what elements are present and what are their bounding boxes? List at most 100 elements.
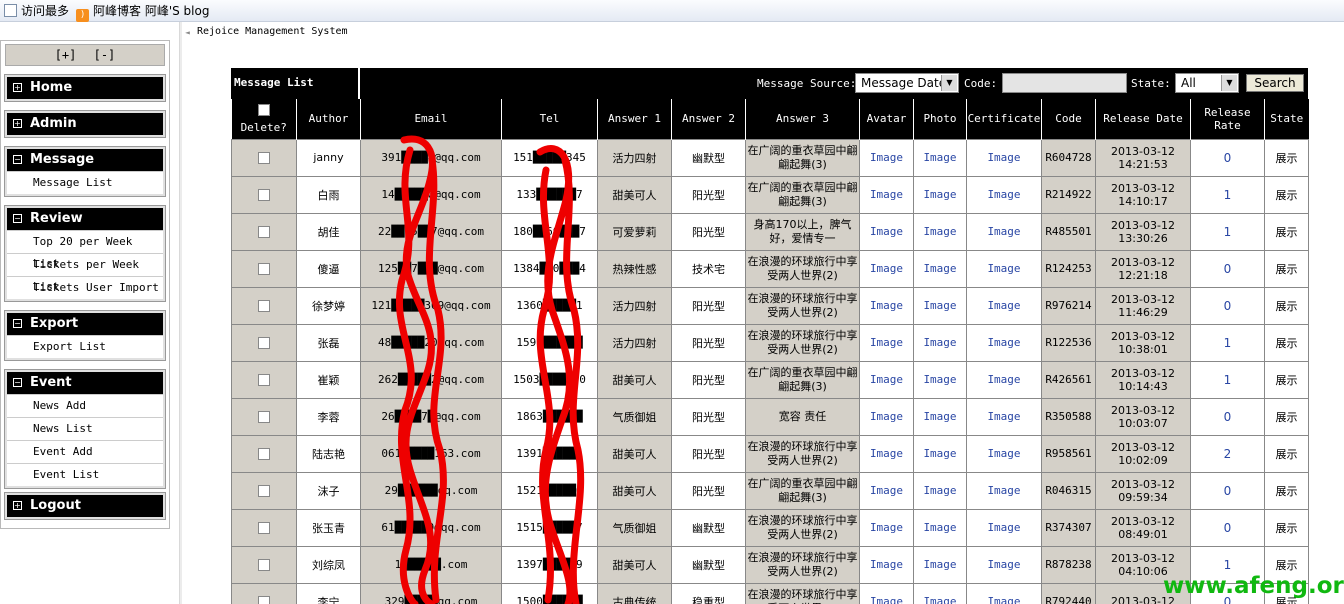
code-cell: R976214 <box>1041 286 1096 325</box>
photo-cell: Image <box>913 323 967 362</box>
avatar-image-link[interactable]: Image <box>870 484 903 497</box>
certificate-image-link[interactable]: Image <box>987 521 1020 534</box>
tel-cell: 1863██████ <box>501 397 598 436</box>
row-checkbox[interactable] <box>258 522 270 534</box>
avatar-image-link[interactable]: Image <box>870 336 903 349</box>
certificate-image-link[interactable]: Image <box>987 558 1020 571</box>
certificate-image-link[interactable]: Image <box>987 373 1020 386</box>
select-all-checkbox[interactable] <box>257 103 270 116</box>
avatar-image-link[interactable]: Image <box>870 262 903 275</box>
source-select[interactable]: Message Date ▼ <box>855 73 959 93</box>
row-checkbox[interactable] <box>258 596 270 604</box>
nav-heading-review[interactable]: − Review <box>7 208 163 230</box>
avatar-image-link[interactable]: Image <box>870 595 903 604</box>
avatar-image-link[interactable]: Image <box>870 447 903 460</box>
photo-image-link[interactable]: Image <box>923 484 956 497</box>
row-checkbox[interactable] <box>258 485 270 497</box>
nav-item[interactable]: Event List <box>7 463 163 486</box>
certificate-image-link[interactable]: Image <box>987 188 1020 201</box>
nav-heading-logout[interactable]: + Logout <box>7 495 163 517</box>
nav-item[interactable]: Tickets per Week List <box>7 253 163 293</box>
photo-image-link[interactable]: Image <box>923 299 956 312</box>
state-select[interactable]: All ▼ <box>1175 73 1239 93</box>
photo-image-link[interactable]: Image <box>923 521 956 534</box>
certificate-image-link[interactable]: Image <box>987 410 1020 423</box>
avatar-image-link[interactable]: Image <box>870 521 903 534</box>
release-rate-link[interactable]: 1 <box>1224 558 1232 572</box>
certificate-image-link[interactable]: Image <box>987 262 1020 275</box>
delete-cell <box>231 286 297 325</box>
nav-item[interactable]: Tickets User Import <box>7 276 163 299</box>
release-rate-link[interactable]: 0 <box>1224 521 1232 535</box>
search-button[interactable]: Search <box>1246 74 1304 92</box>
nav-item[interactable]: Export List <box>7 335 163 358</box>
nav-item[interactable]: Event Add <box>7 440 163 463</box>
certificate-cell: Image <box>966 286 1042 325</box>
release-rate-link[interactable]: 0 <box>1224 484 1232 498</box>
release-rate-link[interactable]: 0 <box>1224 299 1232 313</box>
code-input[interactable] <box>1002 73 1127 93</box>
release-rate-link[interactable]: 0 <box>1224 151 1232 165</box>
certificate-image-link[interactable]: Image <box>987 151 1020 164</box>
nav-heading-home[interactable]: + Home <box>7 77 163 99</box>
photo-image-link[interactable]: Image <box>923 188 956 201</box>
nav-item[interactable]: Top 20 per Week List <box>7 230 163 270</box>
avatar-image-link[interactable]: Image <box>870 373 903 386</box>
avatar-image-link[interactable]: Image <box>870 410 903 423</box>
certificate-image-link[interactable]: Image <box>987 595 1020 604</box>
state-cell: 展示 <box>1264 471 1309 510</box>
row-checkbox[interactable] <box>258 189 270 201</box>
avatar-image-link[interactable]: Image <box>870 188 903 201</box>
nav-item[interactable]: News List <box>7 417 163 440</box>
avatar-image-link[interactable]: Image <box>870 151 903 164</box>
release-rate-link[interactable]: 0 <box>1224 410 1232 424</box>
photo-cell: Image <box>913 471 967 510</box>
row-checkbox[interactable] <box>258 411 270 423</box>
nav-heading-event[interactable]: − Event <box>7 372 163 394</box>
photo-image-link[interactable]: Image <box>923 225 956 238</box>
avatar-cell: Image <box>859 508 914 547</box>
avatar-image-link[interactable]: Image <box>870 299 903 312</box>
nav-heading-message[interactable]: − Message <box>7 149 163 171</box>
tel-cell: 1391█████3 <box>501 434 598 473</box>
photo-image-link[interactable]: Image <box>923 447 956 460</box>
photo-image-link[interactable]: Image <box>923 262 956 275</box>
photo-image-link[interactable]: Image <box>923 410 956 423</box>
row-checkbox[interactable] <box>258 337 270 349</box>
photo-image-link[interactable]: Image <box>923 558 956 571</box>
nav-heading-export[interactable]: − Export <box>7 313 163 335</box>
photo-image-link[interactable]: Image <box>923 151 956 164</box>
bookmark-afeng-blog[interactable]: ) 阿峰博客 阿峰'S blog <box>76 3 209 22</box>
release-rate-link[interactable]: 0 <box>1224 262 1232 276</box>
row-checkbox[interactable] <box>258 263 270 275</box>
row-checkbox[interactable] <box>258 559 270 571</box>
row-checkbox[interactable] <box>258 152 270 164</box>
release-rate-cell: 0 <box>1190 471 1265 510</box>
nav-item[interactable]: News Add <box>7 394 163 417</box>
photo-image-link[interactable]: Image <box>923 336 956 349</box>
photo-image-link[interactable]: Image <box>923 373 956 386</box>
certificate-image-link[interactable]: Image <box>987 447 1020 460</box>
certificate-image-link[interactable]: Image <box>987 299 1020 312</box>
bookmark-most-visited[interactable]: 访问最多 <box>4 3 69 19</box>
release-rate-link[interactable]: 1 <box>1224 188 1232 202</box>
row-checkbox[interactable] <box>258 374 270 386</box>
row-checkbox[interactable] <box>258 226 270 238</box>
nav-heading-admin[interactable]: + Admin <box>7 113 163 135</box>
certificate-image-link[interactable]: Image <box>987 484 1020 497</box>
release-rate-link[interactable]: 1 <box>1224 336 1232 350</box>
release-rate-link[interactable]: 1 <box>1224 373 1232 387</box>
certificate-image-link[interactable]: Image <box>987 225 1020 238</box>
row-checkbox[interactable] <box>258 448 270 460</box>
frame-splitter[interactable] <box>179 22 182 604</box>
certificate-image-link[interactable]: Image <box>987 336 1020 349</box>
row-checkbox[interactable] <box>258 300 270 312</box>
photo-image-link[interactable]: Image <box>923 595 956 604</box>
avatar-image-link[interactable]: Image <box>870 225 903 238</box>
release-rate-link[interactable]: 1 <box>1224 225 1232 239</box>
nav-item[interactable]: Message List <box>7 171 163 194</box>
expand-collapse-controls[interactable]: [+] [-] <box>5 44 165 66</box>
release-rate-link[interactable]: 2 <box>1224 447 1232 461</box>
email-cell: 125██7███@qq.com <box>360 249 502 288</box>
avatar-image-link[interactable]: Image <box>870 558 903 571</box>
